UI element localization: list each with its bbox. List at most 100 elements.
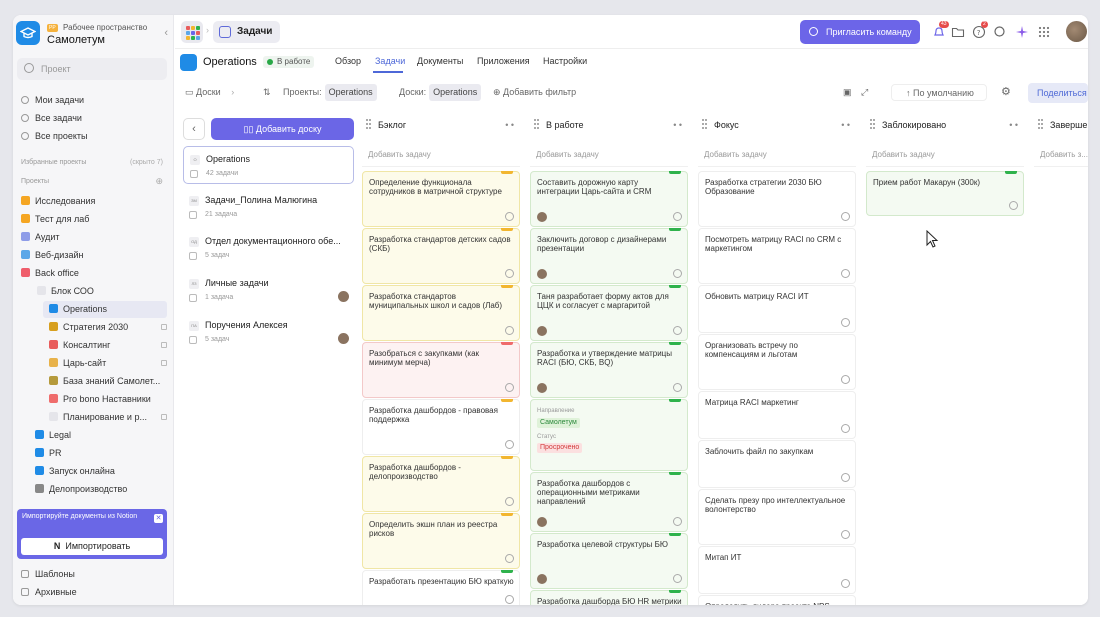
fullscreen-icon[interactable]: ⤢: [861, 84, 868, 101]
task-card[interactable]: Разработка стандартов детских садов (СКБ…: [362, 228, 520, 284]
nav-all-tasks[interactable]: Все задачи: [21, 110, 171, 126]
nav-all-projects[interactable]: Все проекты: [21, 128, 171, 144]
close-icon[interactable]: ✕: [154, 514, 163, 523]
complete-circle-icon[interactable]: [841, 269, 850, 278]
invite-team-button[interactable]: Пригласить команду: [800, 20, 920, 44]
tab-apps[interactable]: Приложения: [477, 56, 530, 66]
sidebar-project-item[interactable]: Тест для лаб: [21, 211, 167, 228]
sidebar-project-item[interactable]: Стратегия 2030: [49, 319, 167, 336]
sidebar-project-item[interactable]: Планирование и р...: [49, 409, 167, 426]
add-task-button[interactable]: Добавить задачу: [866, 143, 1024, 167]
nav-my-tasks[interactable]: Мои задачи: [21, 92, 171, 108]
task-card[interactable]: Направление Самолетум Статус Просрочено: [530, 399, 688, 471]
apps-grid-icon[interactable]: [181, 21, 203, 43]
sidebar-project-item[interactable]: Back office: [21, 265, 167, 282]
complete-circle-icon[interactable]: [505, 497, 514, 506]
task-card[interactable]: Разработка дашборда БЮ HR метрики: [530, 590, 688, 605]
drag-handle-icon[interactable]: [1038, 119, 1043, 129]
more-icon[interactable]: • •: [841, 115, 850, 135]
nav-templates[interactable]: Шаблоны: [21, 566, 171, 582]
more-icon[interactable]: • •: [505, 115, 514, 135]
boards-filter[interactable]: Доски: Operations: [399, 84, 482, 101]
nav-archive[interactable]: Архивные: [21, 584, 171, 600]
task-card[interactable]: Разработка стандартов муниципальных школ…: [362, 285, 520, 341]
workspace-switcher[interactable]: PP Рабочее пространство Самолетум ‹: [16, 21, 168, 46]
sidebar-project-item[interactable]: Консалтинг: [49, 337, 167, 354]
task-card[interactable]: Таня разработает форму актов для ЦЦК и с…: [530, 285, 688, 341]
task-card[interactable]: Разработка и утверждение матрицы RACI (Б…: [530, 342, 688, 398]
task-card[interactable]: Разобраться с закупками (как минимум мер…: [362, 342, 520, 398]
task-card[interactable]: Определить экшн план из реестра рисков: [362, 513, 520, 569]
breadcrumb[interactable]: Задачи: [213, 21, 281, 43]
import-button[interactable]: N Импортировать: [21, 538, 163, 555]
task-card[interactable]: Прием работ Макарун (300к): [866, 171, 1024, 216]
task-card[interactable]: Разработка дашбордов с операционными мет…: [530, 472, 688, 532]
complete-circle-icon[interactable]: [841, 424, 850, 433]
more-icon[interactable]: • •: [1009, 115, 1018, 135]
task-card[interactable]: Определить лидера проекта NPS: [698, 595, 856, 605]
task-card[interactable]: Посмотреть матрицу RACI по CRM с маркети…: [698, 228, 856, 284]
complete-circle-icon[interactable]: [841, 375, 850, 384]
projects-header[interactable]: Проекты: [21, 178, 49, 185]
projects-filter[interactable]: Проекты: Operations: [283, 84, 377, 101]
drag-handle-icon[interactable]: [534, 119, 539, 129]
complete-circle-icon[interactable]: [673, 269, 682, 278]
complete-circle-icon[interactable]: [673, 326, 682, 335]
add-project-icon[interactable]: ⊕: [155, 176, 163, 187]
task-card[interactable]: Организовать встречу по компенсациям и л…: [698, 334, 856, 390]
task-card[interactable]: Заключить договор с дизайнерами презента…: [530, 228, 688, 284]
board-item[interactable]: ЗМ Задачи_Полина Малюгина 21 задача: [183, 187, 354, 226]
sidebar-project-item[interactable]: База знаний Самолет...: [49, 373, 167, 390]
boards-toggle[interactable]: ▭ Доски ›: [185, 84, 234, 101]
complete-circle-icon[interactable]: [673, 383, 682, 392]
board-item[interactable]: ОД Отдел документационного обе... 5 задач: [183, 229, 354, 268]
sidebar-project-item[interactable]: Operations: [43, 301, 167, 318]
search-icon[interactable]: [993, 25, 1007, 39]
folder-icon[interactable]: [951, 25, 965, 39]
board-item[interactable]: ПА Поручения Алексея 5 задач: [183, 312, 354, 351]
tab-settings[interactable]: Настройки: [543, 56, 587, 66]
sidebar-project-item[interactable]: Запуск онлайна: [35, 463, 167, 480]
grid-menu-icon[interactable]: [1037, 25, 1051, 39]
sidebar-project-item[interactable]: PR: [35, 445, 167, 462]
complete-circle-icon[interactable]: [505, 383, 514, 392]
complete-circle-icon[interactable]: [673, 574, 682, 583]
sidebar-project-item[interactable]: Делопроизводство: [35, 481, 167, 498]
drag-handle-icon[interactable]: [870, 119, 875, 129]
save-view-icon[interactable]: ▣: [843, 84, 852, 101]
board-item[interactable]: ЛЗ Личные задачи 1 задача: [183, 271, 354, 310]
favorites-header[interactable]: Избранные проекты: [21, 159, 86, 166]
add-task-button[interactable]: Добавить задачу: [698, 143, 856, 167]
sidebar-project-item[interactable]: Блок СОО: [37, 283, 167, 300]
column-header[interactable]: Фокус • •: [698, 115, 856, 135]
collapse-sidebar-icon[interactable]: ‹: [164, 27, 168, 39]
sidebar-project-item[interactable]: Веб-дизайн: [21, 247, 167, 264]
complete-circle-icon[interactable]: [841, 473, 850, 482]
more-icon[interactable]: • •: [673, 115, 682, 135]
complete-circle-icon[interactable]: [841, 318, 850, 327]
complete-circle-icon[interactable]: [1009, 201, 1018, 210]
complete-circle-icon[interactable]: [505, 595, 514, 604]
drag-handle-icon[interactable]: [702, 119, 707, 129]
task-card[interactable]: Обновить матрицу RACI ИТ: [698, 285, 856, 333]
settings-gear-icon[interactable]: ⚙: [1001, 84, 1011, 101]
complete-circle-icon[interactable]: [841, 530, 850, 539]
search-input[interactable]: Проект: [17, 58, 167, 80]
board-item[interactable]: O Operations 42 задачи: [183, 146, 354, 184]
task-card[interactable]: Заблочить файл по закупкам: [698, 440, 856, 488]
filter-settings-icon[interactable]: ⇅: [263, 84, 271, 101]
add-filter-button[interactable]: ⊕ Добавить фильтр: [493, 84, 576, 101]
task-card[interactable]: Сделать презу про интеллектуальное волон…: [698, 489, 856, 545]
drag-handle-icon[interactable]: [366, 119, 371, 129]
task-card[interactable]: Определение функционала сотрудников в ма…: [362, 171, 520, 227]
user-avatar[interactable]: [1066, 21, 1087, 42]
sidebar-project-item[interactable]: Pro bono Наставники: [49, 391, 167, 408]
sidebar-project-item[interactable]: Аудит: [21, 229, 167, 246]
complete-circle-icon[interactable]: [841, 212, 850, 221]
complete-circle-icon[interactable]: [673, 212, 682, 221]
task-card[interactable]: Разработать презентацию БЮ краткую: [362, 570, 520, 605]
sort-select[interactable]: ↑ По умолчанию: [891, 84, 987, 101]
add-task-button[interactable]: Добавить задачу: [362, 143, 520, 167]
complete-circle-icon[interactable]: [673, 517, 682, 526]
task-card[interactable]: Разработка дашбордов - делопроизводство: [362, 456, 520, 512]
